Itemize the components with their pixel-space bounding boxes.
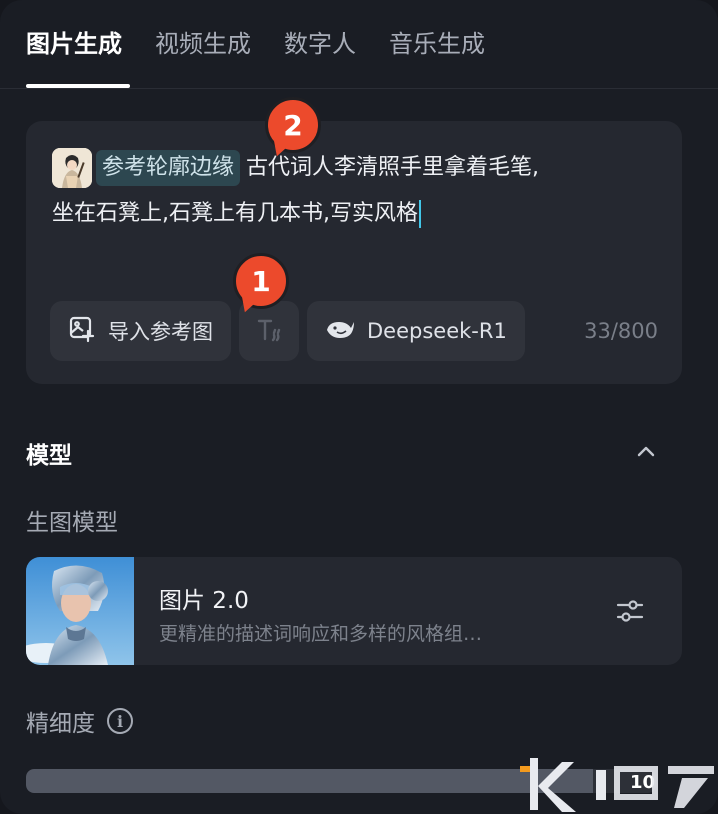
import-reference-button[interactable]: 导入参考图 [50,301,231,361]
chevron-up-icon[interactable] [634,440,658,464]
tab-bar: 图片生成 视频生成 数字人 音乐生成 [26,26,485,62]
prompt-textarea[interactable]: 参考轮廓边缘 古代词人李清照手里拿着毛笔, 坐在石凳上,石凳上有几本书,写实风格 [52,145,652,237]
detail-level-label: 精细度 i [26,704,133,738]
model-selector-card[interactable]: 图片 2.0 更精准的描述词响应和多样的风格组… [26,557,682,665]
sliders-icon[interactable] [614,595,646,627]
tab-image-generation[interactable]: 图片生成 [26,26,122,62]
model-thumbnail [26,557,134,665]
tabs-divider [0,88,718,89]
generation-panel: 图片生成 视频生成 数字人 音乐生成 参考轮廓边缘 古代词人李清照手里拿着毛笔, … [0,0,718,814]
watermark-logo [518,752,718,814]
text-style-icon [255,315,283,348]
model-name: 图片 2.0 [159,588,249,614]
annotation-badge-2: 2 [265,97,321,153]
detail-level-text: 精细度 [26,711,95,737]
deepseek-toggle-button[interactable]: Deepseek-R1 [307,301,525,361]
model-section-title: 模型 [26,443,72,469]
detail-slider-fill [26,769,593,793]
import-reference-label: 导入参考图 [108,320,213,344]
character-counter: 33/800 [584,319,658,343]
info-icon[interactable]: i [107,708,133,734]
image-model-label: 生图模型 [26,510,118,536]
prompt-input-card[interactable]: 参考轮廓边缘 古代词人李清照手里拿着毛笔, 坐在石凳上,石凳上有几本书,写实风格 … [26,121,682,384]
tab-digital-human[interactable]: 数字人 [284,26,356,62]
model-description: 更精准的描述词响应和多样的风格组… [159,623,483,645]
prompt-line-1: 古代词人李清照手里拿着毛笔, [246,155,540,180]
add-image-icon [68,315,96,348]
tab-music-generation[interactable]: 音乐生成 [389,26,485,62]
prompt-toolbar: 导入参考图 Deepseek-R1 [50,301,525,361]
prompt-line-2: 坐在石凳上,石凳上有几本书,写实风格 [52,201,418,226]
annotation-badge-1: 1 [233,253,289,309]
reference-image-thumbnail[interactable] [52,148,92,188]
tab-video-generation[interactable]: 视频生成 [155,26,251,62]
whale-icon [325,316,355,347]
deepseek-label: Deepseek-R1 [367,319,507,343]
text-caret [419,200,421,228]
reference-mode-chip[interactable]: 参考轮廓边缘 [96,150,241,186]
